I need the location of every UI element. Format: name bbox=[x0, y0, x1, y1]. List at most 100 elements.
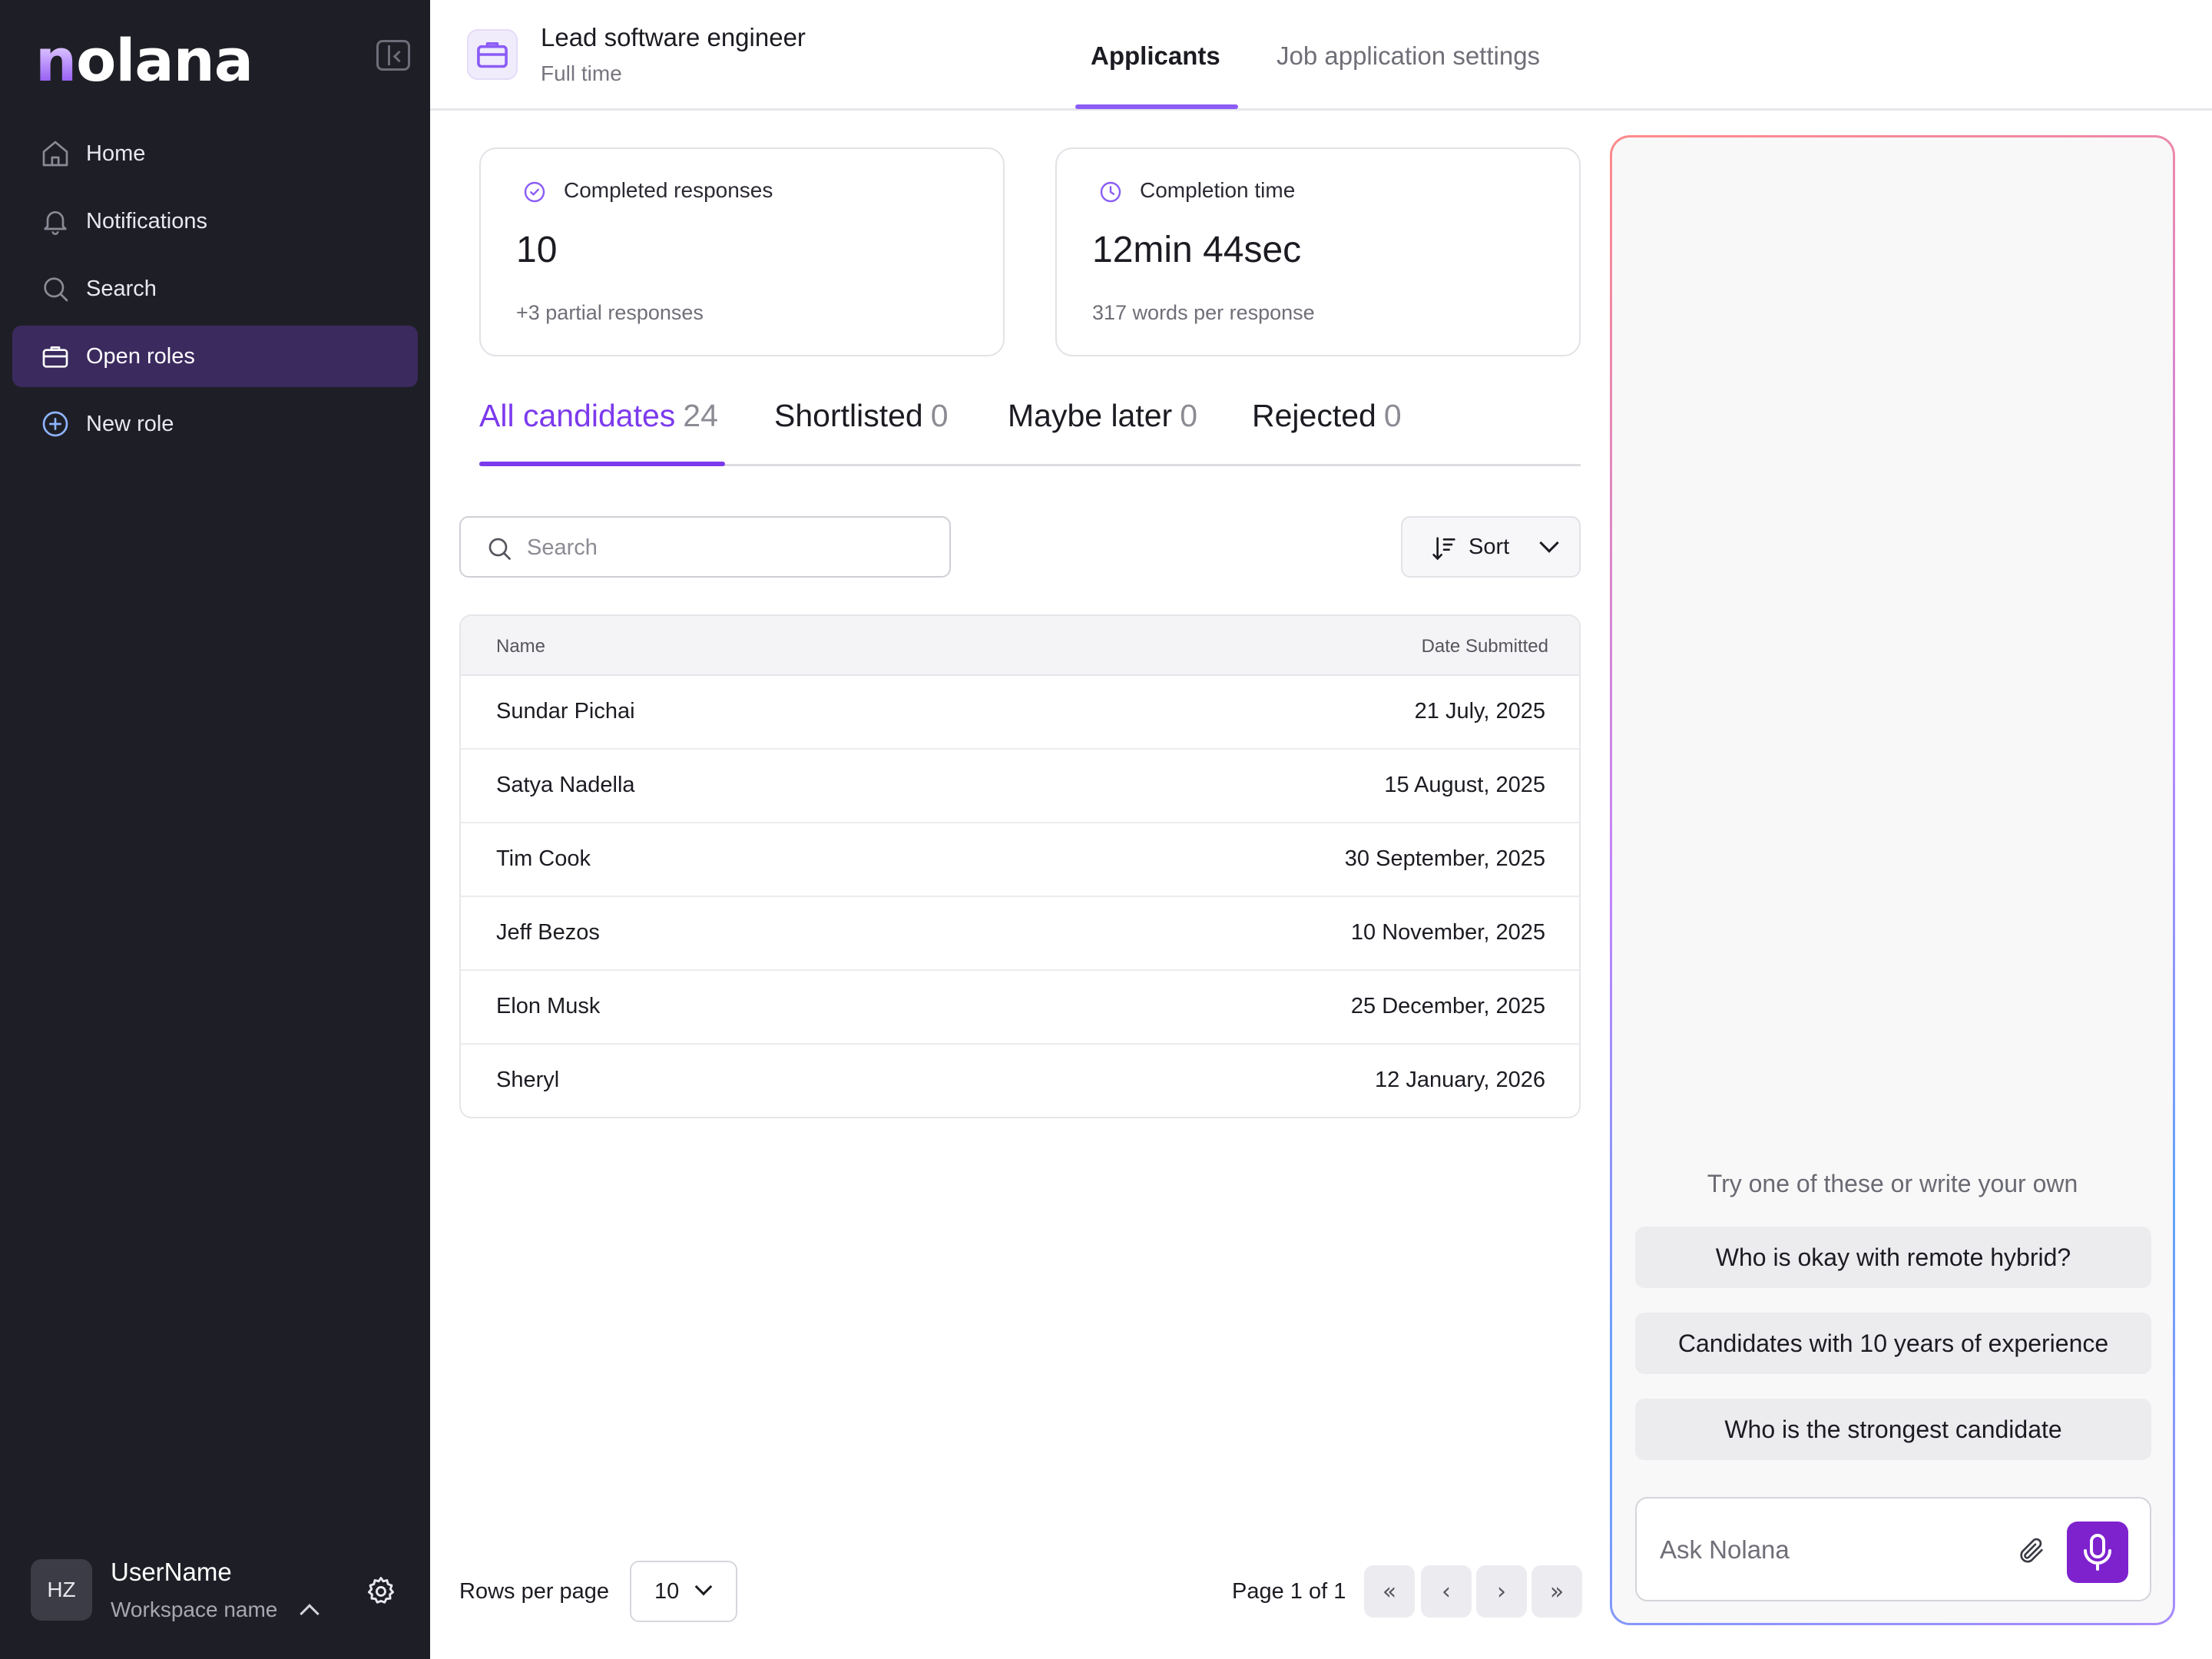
tab-maybe-later[interactable]: Maybe later 0 bbox=[1008, 398, 1197, 434]
next-page-button[interactable]: › bbox=[1476, 1565, 1527, 1618]
sidebar-item-new-role[interactable]: New role bbox=[12, 393, 418, 455]
suggestion-chip[interactable]: Candidates with 10 years of experience bbox=[1635, 1313, 2151, 1374]
paperclip-icon[interactable] bbox=[2016, 1534, 2047, 1568]
column-header-date-submitted[interactable]: Date Submitted bbox=[1422, 636, 1548, 657]
microphone-icon bbox=[2084, 1534, 2111, 1571]
stat-subtext: +3 partial responses bbox=[516, 301, 704, 324]
clock-icon bbox=[1098, 180, 1123, 204]
column-header-name[interactable]: Name bbox=[496, 636, 545, 657]
page-indicator: Page 1 of 1 bbox=[1232, 1579, 1346, 1604]
stat-label: Completed responses bbox=[564, 178, 773, 202]
job-type: Full time bbox=[541, 61, 622, 85]
date-submitted: 21 July, 2025 bbox=[1414, 699, 1545, 724]
candidate-name: Tim Cook bbox=[496, 846, 591, 871]
sidebar-collapse-icon[interactable] bbox=[376, 40, 410, 71]
sidebar-item-label: Search bbox=[86, 276, 157, 301]
candidate-name: Sheryl bbox=[496, 1068, 560, 1092]
tab-count: 0 bbox=[930, 398, 949, 433]
user-name: UserName bbox=[111, 1558, 232, 1586]
ask-input[interactable] bbox=[1660, 1529, 2013, 1571]
sidebar-item-open-roles[interactable]: Open roles bbox=[12, 326, 418, 387]
chevron-down-icon bbox=[694, 1578, 713, 1596]
tab-label: Maybe later bbox=[1008, 398, 1173, 433]
microphone-button[interactable] bbox=[2067, 1522, 2128, 1583]
tab-label: All candidates bbox=[479, 398, 676, 433]
tab-job-application-settings[interactable]: Job application settings bbox=[1277, 41, 1540, 71]
candidate-name: Satya Nadella bbox=[496, 773, 635, 797]
date-submitted: 25 December, 2025 bbox=[1350, 994, 1545, 1018]
previous-page-button[interactable]: ‹ bbox=[1421, 1565, 1472, 1618]
suggestion-chip[interactable]: Who is okay with remote hybrid? bbox=[1635, 1227, 2151, 1288]
stat-value: 10 bbox=[516, 230, 558, 270]
chevron-right-icon: › bbox=[1497, 1578, 1506, 1605]
sidebar-item-label: New role bbox=[86, 411, 174, 436]
candidate-name: Sundar Pichai bbox=[496, 699, 635, 724]
sidebar-item-home[interactable]: Home bbox=[12, 123, 418, 184]
stat-value: 12min 44sec bbox=[1092, 230, 1302, 270]
tab-label: Shortlisted bbox=[774, 398, 923, 433]
candidates-table: Name Date Submitted Sundar Pichai 21 Jul… bbox=[459, 614, 1581, 1118]
suggestion-chip[interactable]: Who is the strongest candidate bbox=[1635, 1399, 2151, 1460]
search-icon bbox=[40, 273, 71, 304]
last-page-button[interactable]: » bbox=[1532, 1565, 1582, 1618]
date-submitted: 15 August, 2025 bbox=[1384, 773, 1545, 797]
assistant-panel: Try one of these or write your own Who i… bbox=[1610, 135, 2175, 1625]
sort-icon bbox=[1429, 533, 1459, 564]
plus-circle-icon bbox=[40, 409, 71, 439]
double-chevron-left-icon: « bbox=[1382, 1578, 1397, 1605]
check-circle-icon bbox=[522, 180, 547, 204]
job-header: Lead software engineer Full time Applica… bbox=[430, 0, 2212, 111]
active-tab-indicator bbox=[479, 462, 725, 466]
candidate-search[interactable] bbox=[459, 516, 951, 578]
briefcase-icon bbox=[40, 341, 71, 372]
briefcase-icon bbox=[467, 29, 518, 80]
assistant-hint: Try one of these or write your own bbox=[1707, 1170, 2078, 1197]
tab-count: 0 bbox=[1383, 398, 1402, 433]
workspace-name[interactable]: Workspace name bbox=[111, 1598, 277, 1622]
chevron-up-icon[interactable] bbox=[300, 1604, 320, 1624]
table-row[interactable]: Tim Cook 30 September, 2025 bbox=[461, 823, 1579, 897]
tab-shortlisted[interactable]: Shortlisted 0 bbox=[774, 398, 949, 434]
table-row[interactable]: Sheryl 12 January, 2026 bbox=[461, 1045, 1579, 1117]
sort-label: Sort bbox=[1469, 535, 1510, 559]
gear-icon[interactable] bbox=[364, 1575, 398, 1608]
tab-rejected[interactable]: Rejected 0 bbox=[1252, 398, 1402, 434]
double-chevron-right-icon: » bbox=[1549, 1578, 1565, 1605]
bell-icon bbox=[40, 206, 71, 237]
sidebar-item-label: Home bbox=[86, 141, 146, 166]
tab-applicants[interactable]: Applicants bbox=[1091, 41, 1220, 71]
completion-time-card: Completion time 12min 44sec 317 words pe… bbox=[1055, 147, 1581, 356]
rows-per-page-select[interactable]: 10 bbox=[630, 1561, 737, 1622]
rows-per-page-label: Rows per page bbox=[459, 1579, 610, 1604]
date-submitted: 30 September, 2025 bbox=[1344, 846, 1545, 871]
candidate-name: Jeff Bezos bbox=[496, 920, 600, 945]
job-title: Lead software engineer bbox=[541, 23, 806, 51]
stat-label: Completion time bbox=[1140, 178, 1296, 202]
sidebar: nolana Home Notifications Search Open ro… bbox=[0, 0, 430, 1659]
table-row[interactable]: Satya Nadella 15 August, 2025 bbox=[461, 750, 1579, 823]
sort-button[interactable]: Sort bbox=[1401, 516, 1581, 578]
date-submitted: 10 November, 2025 bbox=[1350, 920, 1545, 945]
sidebar-item-notifications[interactable]: Notifications bbox=[12, 190, 418, 252]
sidebar-item-label: Notifications bbox=[86, 208, 207, 233]
first-page-button[interactable]: « bbox=[1364, 1565, 1415, 1618]
avatar[interactable]: HZ bbox=[31, 1559, 92, 1621]
table-row[interactable]: Jeff Bezos 10 November, 2025 bbox=[461, 897, 1579, 971]
home-icon bbox=[40, 138, 71, 169]
tab-all-candidates[interactable]: All candidates 24 bbox=[479, 398, 718, 434]
assistant-input-box[interactable] bbox=[1635, 1497, 2151, 1601]
date-submitted: 12 January, 2026 bbox=[1375, 1068, 1545, 1092]
rows-per-page-value: 10 bbox=[654, 1579, 680, 1604]
tab-count: 0 bbox=[1180, 398, 1198, 433]
active-tab-indicator bbox=[1075, 104, 1238, 109]
table-row[interactable]: Elon Musk 25 December, 2025 bbox=[461, 971, 1579, 1045]
chevron-left-icon: ‹ bbox=[1442, 1578, 1451, 1605]
table-row[interactable]: Sundar Pichai 21 July, 2025 bbox=[461, 676, 1579, 750]
completed-responses-card: Completed responses 10 +3 partial respon… bbox=[479, 147, 1005, 356]
chevron-down-icon bbox=[1539, 533, 1559, 553]
search-input[interactable] bbox=[527, 528, 926, 567]
nolana-logo[interactable]: nolana bbox=[35, 26, 253, 95]
table-header: Name Date Submitted bbox=[461, 616, 1579, 676]
search-icon bbox=[485, 535, 513, 562]
sidebar-item-search[interactable]: Search bbox=[12, 258, 418, 320]
